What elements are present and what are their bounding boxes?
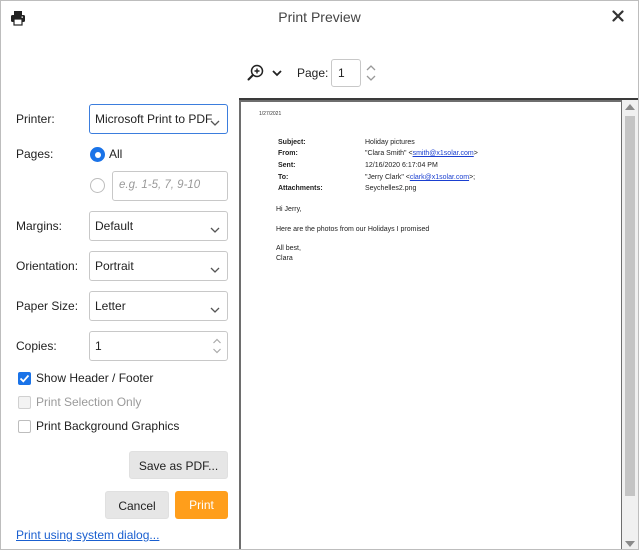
from-name: "Clara Smith" <	[365, 150, 413, 157]
from-email-link[interactable]: smith@x1solar.com	[413, 150, 474, 157]
chevron-down-icon	[210, 263, 220, 273]
paper-size-value: Letter	[95, 299, 126, 313]
page-number-input[interactable]: 1	[331, 59, 361, 87]
email-body: Here are the photos from our Holidays I …	[276, 226, 430, 233]
preview-toolbar: Page: 1	[245, 59, 385, 87]
show-header-footer-label: Show Header / Footer	[36, 371, 154, 385]
margins-label: Margins:	[16, 219, 63, 233]
to-name: "Jerry Clark" <	[365, 174, 410, 181]
preview-scrollbar[interactable]	[622, 100, 638, 549]
pages-all-radio[interactable]	[90, 147, 105, 162]
zoom-dropdown-chevron-icon[interactable]	[271, 67, 283, 77]
system-dialog-link[interactable]: Print using system dialog...	[16, 528, 159, 542]
print-preview-window: Print Preview Page: 1 Printer: Microsoft…	[0, 0, 639, 550]
from-close: >	[473, 150, 478, 157]
close-icon	[612, 10, 624, 22]
print-button[interactable]: Print	[175, 491, 228, 519]
copies-value: 1	[95, 339, 102, 353]
email-sent-row: Sent: 12/16/2020 6:17:04 PM	[278, 162, 608, 172]
chevron-down-icon	[210, 116, 220, 126]
title-bar: Print Preview	[1, 1, 638, 35]
preview-pane: 1/27/2021 Subject: Holiday pictures From…	[239, 98, 638, 549]
checkmark-icon	[19, 374, 30, 383]
orientation-select[interactable]: Portrait	[89, 251, 228, 281]
printer-select[interactable]: Microsoft Print to PDF	[89, 104, 228, 134]
sent-key: Sent:	[278, 162, 296, 169]
page-label: Page:	[297, 66, 329, 80]
margins-select[interactable]: Default	[89, 211, 228, 241]
orientation-label: Orientation:	[16, 259, 79, 273]
paper-size-select[interactable]: Letter	[89, 291, 228, 321]
page-date: 1/27/2021	[259, 111, 282, 117]
printer-value: Microsoft Print to PDF	[95, 112, 213, 126]
orientation-value: Portrait	[95, 259, 134, 273]
preview-page: 1/27/2021 Subject: Holiday pictures From…	[241, 102, 621, 549]
cancel-button[interactable]: Cancel	[105, 491, 169, 519]
attachments-key: Attachments:	[278, 185, 323, 192]
margins-value: Default	[95, 219, 134, 233]
subject-value: Holiday pictures	[365, 139, 415, 146]
to-key: To:	[278, 174, 289, 181]
to-close: >;	[469, 174, 476, 181]
scroll-up-icon[interactable]	[625, 104, 635, 110]
print-selection-checkbox[interactable]	[18, 396, 31, 409]
pages-label: Pages:	[16, 147, 54, 161]
email-signature: Clara	[276, 255, 293, 262]
paper-size-label: Paper Size:	[16, 299, 79, 313]
save-as-pdf-button[interactable]: Save as PDF...	[129, 451, 228, 479]
chevron-down-icon	[210, 303, 220, 313]
email-closing: All best,	[276, 245, 301, 252]
sent-value: 12/16/2020 6:17:04 PM	[365, 162, 438, 169]
scroll-thumb[interactable]	[625, 116, 635, 496]
show-header-footer-checkbox[interactable]	[18, 372, 31, 385]
email-from-row: From: "Clara Smith" <smith@x1solar.com>	[278, 150, 608, 160]
copies-input[interactable]: 1	[89, 331, 228, 361]
zoom-in-icon[interactable]	[247, 64, 265, 82]
email-subject-row: Subject: Holiday pictures	[278, 139, 608, 149]
copies-label: Copies:	[16, 339, 57, 353]
page-spinner[interactable]	[365, 63, 377, 83]
print-selection-label: Print Selection Only	[36, 395, 142, 409]
to-email-link[interactable]: clark@x1solar.com	[410, 174, 469, 181]
print-background-label: Print Background Graphics	[36, 419, 180, 433]
close-button[interactable]	[610, 7, 626, 25]
attachments-value: Seychelles2.png	[365, 185, 417, 192]
copies-spinner[interactable]	[212, 336, 222, 356]
chevron-down-icon	[210, 223, 220, 233]
pages-all-label: All	[109, 147, 123, 161]
to-value: "Jerry Clark" <clark@x1solar.com>;	[365, 174, 475, 181]
subject-key: Subject:	[278, 139, 306, 146]
email-to-row: To: "Jerry Clark" <clark@x1solar.com>;	[278, 174, 608, 184]
printer-label: Printer:	[16, 112, 55, 126]
pages-custom-radio[interactable]	[90, 178, 105, 193]
print-background-checkbox[interactable]	[18, 420, 31, 433]
pages-range-input[interactable]: e.g. 1-5, 7, 9-10	[112, 171, 228, 201]
from-key: From:	[278, 150, 298, 157]
scroll-down-icon[interactable]	[625, 541, 635, 547]
from-value: "Clara Smith" <smith@x1solar.com>	[365, 150, 478, 157]
window-title: Print Preview	[278, 9, 361, 25]
email-greeting: Hi Jerry,	[276, 206, 302, 213]
email-attachments-row: Attachments: Seychelles2.png	[278, 185, 608, 195]
